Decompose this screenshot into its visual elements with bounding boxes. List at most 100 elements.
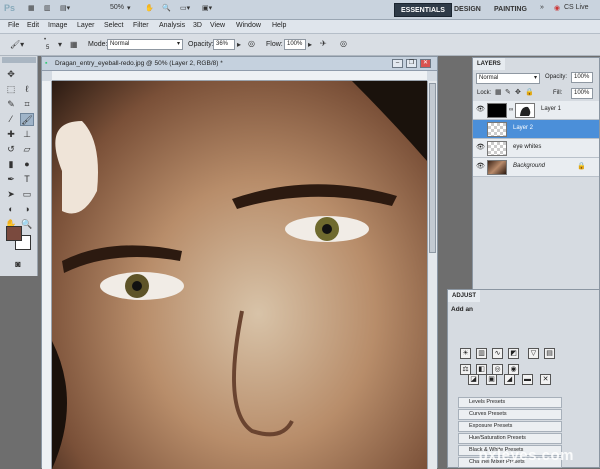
zoom-tool-icon[interactable]: 🔍	[162, 4, 171, 12]
view-extras-icon[interactable]: ▤▾	[60, 4, 70, 12]
vertical-scrollbar[interactable]	[427, 81, 437, 469]
exposure-icon[interactable]: ◩	[508, 348, 519, 359]
quick-mask-icon[interactable]: ◙	[11, 258, 25, 271]
blend-mode-select[interactable]: Normal ▾	[476, 73, 540, 84]
menu-analysis[interactable]: Analysis	[159, 22, 185, 29]
move-tool-icon[interactable]: ✥	[4, 68, 18, 81]
menu-layer[interactable]: Layer	[77, 22, 95, 29]
lock-transparency-icon[interactable]: ▦	[495, 88, 502, 96]
vibrance-icon[interactable]: ▽	[528, 348, 539, 359]
menu-3d[interactable]: 3D	[193, 22, 202, 29]
menu-window[interactable]: Window	[236, 22, 261, 29]
menu-file[interactable]: File	[8, 22, 19, 29]
invert-icon[interactable]: ◪	[468, 374, 479, 385]
pen-tool-icon[interactable]: ✒	[4, 173, 18, 186]
eyedropper-tool-icon[interactable]: ⁄	[4, 113, 18, 126]
pressure-size-icon[interactable]: ◎	[340, 39, 347, 48]
dodge-tool-icon[interactable]: ●	[20, 158, 34, 171]
mode-select[interactable]: Normal ▾	[107, 39, 183, 50]
foreground-color-swatch[interactable]	[6, 226, 22, 241]
preset-hue-saturation[interactable]: Hue/Saturation Presets	[458, 433, 562, 444]
preset-curves[interactable]: Curves Presets	[458, 409, 562, 420]
lock-position-icon[interactable]: ✥	[515, 88, 521, 96]
zoom-level[interactable]: 50%	[110, 4, 124, 11]
layer-row-layer-1[interactable]: 👁 ∞ Layer 1	[473, 101, 599, 120]
eye-icon[interactable]: 👁	[476, 144, 485, 152]
hand-icon[interactable]: ✋	[145, 4, 154, 12]
menu-view[interactable]: View	[210, 22, 225, 29]
brush-preset-icon[interactable]: •	[44, 37, 46, 43]
fill-field[interactable]: 100%	[571, 88, 593, 99]
preset-exposure[interactable]: Exposure Presets	[458, 421, 562, 432]
screen-mode-icon[interactable]: ▣▾	[202, 4, 212, 12]
menu-filter[interactable]: Filter	[133, 22, 149, 29]
opacity-field[interactable]: 36%	[213, 39, 235, 50]
more-workspaces-icon[interactable]: »	[540, 4, 544, 11]
gradient-map-icon[interactable]: ▬	[522, 374, 533, 385]
adjustments-tab[interactable]: ADJUST	[448, 290, 481, 302]
lock-all-icon[interactable]: 🔒	[525, 88, 534, 96]
crop-tool-icon[interactable]: ⌗	[20, 98, 34, 111]
threshold-icon[interactable]: ◢	[504, 374, 515, 385]
lock-image-icon[interactable]: ✎	[505, 88, 511, 96]
chevron-down-icon[interactable]: ▾	[127, 4, 131, 12]
selective-color-icon[interactable]: ✕	[540, 374, 551, 385]
layer-row-eye-whites[interactable]: 👁 eye whites	[473, 139, 599, 158]
healing-tool-icon[interactable]: ✚	[4, 128, 18, 141]
cs-live-label[interactable]: CS Live	[564, 4, 589, 11]
chevron-right-icon[interactable]: ▸	[237, 40, 241, 49]
levels-icon[interactable]: ▥	[476, 348, 487, 359]
brightness-icon[interactable]: ☀	[460, 348, 471, 359]
brush-tool-icon[interactable]: 🖌	[20, 113, 34, 126]
path-select-tool-icon[interactable]: ➤	[4, 188, 18, 201]
curves-icon[interactable]: ∿	[492, 348, 503, 359]
preset-levels[interactable]: Levels Presets	[458, 397, 562, 408]
menu-help[interactable]: Help	[272, 22, 286, 29]
eye-icon[interactable]	[476, 125, 484, 133]
workspace-design[interactable]: DESIGN	[448, 3, 487, 17]
airbrush-icon[interactable]: ✈	[320, 39, 327, 48]
brush-tool-icon[interactable]: 🖌▾	[10, 40, 24, 49]
3d-rotate-tool-icon[interactable]: ◐	[4, 203, 18, 216]
layer-mask-thumbnail[interactable]	[515, 103, 535, 118]
type-tool-icon[interactable]: T	[20, 173, 34, 186]
arrange-documents-icon[interactable]: ▭▾	[180, 4, 190, 12]
gradient-tool-icon[interactable]: ▮	[4, 158, 18, 171]
workspace-painting[interactable]: PAINTING	[488, 3, 533, 17]
cs-live-icon[interactable]: ◉	[554, 4, 560, 12]
eye-icon[interactable]: 👁	[476, 163, 485, 171]
scrollbar-thumb[interactable]	[429, 83, 436, 253]
chevron-right-icon[interactable]: ▸	[308, 40, 312, 49]
menu-edit[interactable]: Edit	[27, 22, 39, 29]
lasso-tool-icon[interactable]: ℓ	[20, 83, 34, 96]
brush-size[interactable]: 5	[46, 45, 49, 51]
chevron-down-icon[interactable]: ▾	[58, 40, 62, 49]
quick-select-tool-icon[interactable]: ✎	[4, 98, 18, 111]
marquee-tool-icon[interactable]: ⬚	[4, 83, 18, 96]
zoom-tool-icon[interactable]: 🔍	[20, 218, 34, 231]
3d-camera-tool-icon[interactable]: ◑	[20, 203, 34, 216]
stamp-tool-icon[interactable]: ⊥	[20, 128, 34, 141]
workspace-essentials[interactable]: ESSENTIALS	[394, 3, 452, 17]
layers-tab[interactable]: LAYERS	[473, 58, 505, 70]
flow-field[interactable]: 100%	[284, 39, 306, 50]
tools-panel-header[interactable]	[2, 57, 36, 63]
history-brush-tool-icon[interactable]: ↺	[4, 143, 18, 156]
document-tab[interactable]: ▪ Dragan_entry_eyeball-redo.jpg @ 50% (L…	[42, 57, 437, 71]
close-button[interactable]: ✕	[420, 59, 431, 68]
layer-row-layer-2[interactable]: Layer 2	[473, 120, 599, 139]
minimize-button[interactable]: –	[392, 59, 403, 68]
eraser-tool-icon[interactable]: ▱	[20, 143, 34, 156]
brush-panel-icon[interactable]: ▦	[70, 40, 78, 49]
shape-tool-icon[interactable]: ▭	[20, 188, 34, 201]
image-canvas[interactable]	[52, 81, 427, 469]
eye-icon[interactable]: 👁	[476, 106, 485, 114]
layer-row-background[interactable]: 👁 Background 🔒	[473, 158, 599, 177]
menu-select[interactable]: Select	[104, 22, 123, 29]
posterize-icon[interactable]: ▣	[486, 374, 497, 385]
bridge-icon[interactable]: ▦	[28, 4, 35, 12]
mini-bridge-icon[interactable]: ▥	[44, 4, 51, 12]
restore-button[interactable]: ❐	[406, 59, 417, 68]
layer-opacity-field[interactable]: 100%	[571, 72, 593, 83]
hue-saturation-icon[interactable]: ▤	[544, 348, 555, 359]
